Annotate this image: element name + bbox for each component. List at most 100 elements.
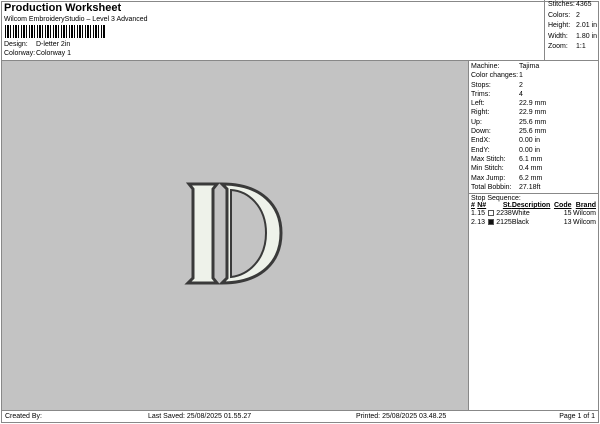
letter-d-design	[184, 182, 283, 285]
color-swatch	[488, 210, 495, 217]
brand: Wilcom	[573, 210, 596, 218]
summary-label: Colors:	[548, 11, 571, 19]
code: 15	[563, 210, 572, 218]
details-row: Max Jump: 6.2 mm	[469, 174, 598, 183]
d-stem	[184, 182, 221, 285]
footer: Created By: Last Saved: 25/08/2025 01.55…	[2, 410, 598, 422]
details-value: 1	[519, 72, 523, 80]
description: Black	[511, 219, 529, 227]
last-saved: Last Saved: 25/08/2025 01.55.27	[148, 413, 252, 420]
summary-row: Height: 2.01 in	[545, 21, 600, 32]
details-label: Up:	[471, 118, 482, 126]
stop-sequence-title: Stop Sequence:	[471, 195, 521, 203]
design-canvas	[2, 60, 468, 410]
summary-label: Zoom:	[548, 43, 568, 50]
colorway-row: Colorway:Colorway 1	[4, 50, 71, 57]
details-label: Trims:	[471, 90, 491, 98]
details-label: EndX:	[471, 137, 491, 145]
details-label: Min Stitch:	[471, 165, 504, 173]
brand: Wilcom	[573, 219, 596, 227]
printed-date: Printed: 25/08/2025 03.48.25	[356, 413, 447, 420]
table-row: 2. 13 2125 Black 13 Wilcom	[471, 218, 596, 227]
details-value: 0.00 in	[519, 146, 541, 154]
summary-row: Zoom: 1:1	[545, 42, 600, 53]
column-header: Code	[553, 202, 572, 210]
details-row: Min Stitch: 0.4 mm	[469, 164, 598, 173]
details-value: Tajima	[519, 63, 540, 70]
details-row: Up: 25.6 mm	[469, 118, 598, 127]
barcode	[5, 25, 105, 38]
summary-value: 2.01 in	[576, 22, 598, 29]
summary-value: 1:1	[576, 43, 586, 50]
software-name: Wilcom EmbroideryStudio – Level 3 Advanc…	[4, 16, 148, 23]
details-label: Total Bobbin:	[471, 183, 512, 191]
colorway-value: Colorway 1	[36, 50, 72, 57]
details-value: 25.6 mm	[519, 118, 547, 126]
details-row: Stops: 2	[469, 81, 598, 90]
details-row: EndY: 0.00 in	[469, 146, 598, 155]
page-title: Production Worksheet	[4, 2, 122, 14]
design-label: Design:	[4, 41, 28, 48]
created-by: Created By:	[5, 413, 42, 420]
needle: 13	[477, 219, 486, 227]
column-header: St.	[502, 202, 512, 210]
details-label: Max Stitch:	[471, 155, 506, 163]
summary-value: 1.80 in	[576, 32, 598, 40]
details-value: 6.1 mm	[519, 155, 543, 163]
summary-row: Stitches: 4365	[545, 0, 600, 11]
stitch-cell: 2238	[487, 209, 512, 218]
details-value: 22.9 mm	[519, 100, 547, 108]
stop-sequence: Stop Sequence: # N# St. Description Code Bran…	[469, 193, 598, 228]
details-row: Left: 22.9 mm	[469, 99, 598, 108]
stitch-count: 2238	[496, 210, 512, 218]
details-label: Right:	[471, 109, 490, 117]
details-label: Down:	[471, 128, 491, 136]
description: White	[511, 210, 530, 218]
details-value: 22.9 mm	[519, 109, 547, 117]
stop-sequence-table: # N# St. Description Code Brand 1. 15 2238 Whit…	[471, 202, 596, 227]
details-panel: Machine: Tajima Color changes: 1 Stops: 2 Trim…	[468, 60, 598, 410]
details-label: EndY:	[471, 146, 490, 154]
page-number: Page 1 of 1	[559, 413, 595, 420]
design-row: Design: D-letter 2in	[4, 41, 70, 48]
details-row: Trims: 4	[469, 90, 598, 99]
summary-row: Colors: 2	[545, 11, 600, 22]
stitch-count: 2125	[496, 219, 512, 227]
details-row: Down: 25.6 mm	[469, 127, 598, 136]
details-label: Left:	[471, 100, 485, 108]
details-row: Max Stitch: 6.1 mm	[469, 155, 598, 164]
details-label: Stops:	[471, 81, 491, 89]
details-row: Total Bobbin: 27.18ft	[469, 183, 598, 192]
summary-label: Width:	[548, 32, 568, 40]
details-value: 27.18ft	[519, 183, 541, 191]
column-header: Brand	[575, 202, 596, 210]
details-value: 0.00 in	[519, 137, 541, 145]
details-row: Color changes: 1	[469, 71, 598, 80]
colorway-label: Colorway:	[4, 50, 36, 57]
stitch-cell: 2125	[487, 218, 512, 227]
details-row: Machine: Tajima	[469, 62, 598, 71]
summary-value: 2	[576, 11, 580, 19]
summary-label: Stitches:	[548, 1, 575, 8]
details-label: Color changes:	[471, 72, 519, 80]
needle: 15	[477, 210, 486, 218]
column-header: N#	[477, 202, 487, 210]
details-value: 0.4 mm	[519, 165, 543, 173]
summary-label: Height:	[548, 22, 571, 29]
details-value: 4	[519, 90, 523, 98]
code: 13	[563, 219, 572, 227]
design-value: D-letter 2in	[36, 41, 71, 48]
details-value: 25.6 mm	[519, 128, 547, 136]
summary-row: Width: 1.80 in	[545, 32, 600, 43]
summary-value: 4365	[576, 1, 592, 8]
details-row: EndX: 0.00 in	[469, 136, 598, 145]
details-value: 2	[519, 81, 523, 89]
column-header: Description	[511, 202, 551, 210]
color-swatch	[488, 219, 495, 226]
details-label: Max Jump:	[471, 174, 506, 182]
table-row: 1. 15 2238 White 15 Wilcom	[471, 209, 596, 218]
details-value: 6.2 mm	[519, 174, 543, 182]
details-label: Machine:	[471, 63, 500, 70]
details-row: Right: 22.9 mm	[469, 108, 598, 117]
summary-panel: Stitches: 4365 Colors: 2 Height: 2.01 in Width…	[544, 0, 600, 60]
